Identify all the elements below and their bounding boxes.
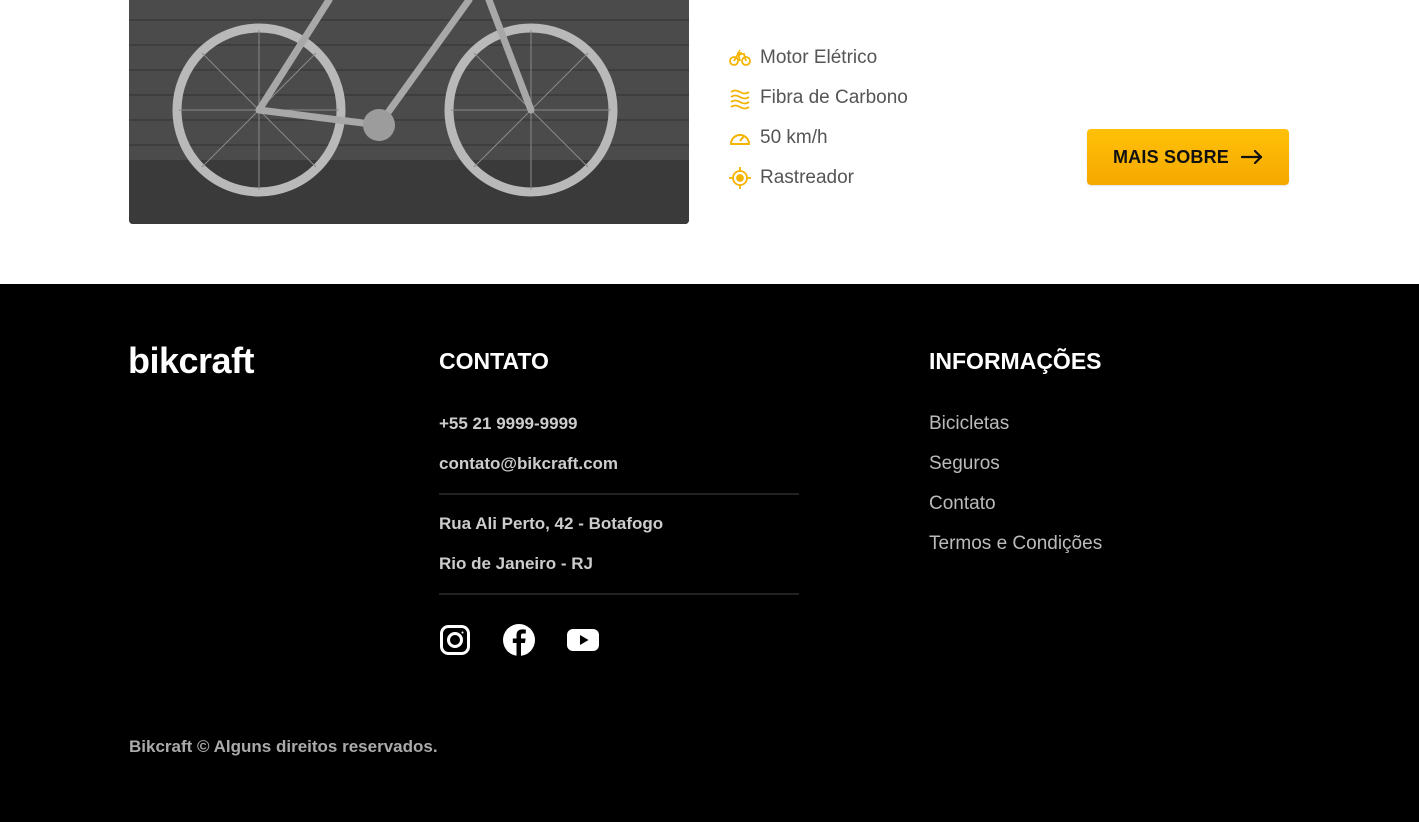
youtube-icon[interactable] bbox=[567, 624, 599, 656]
product-section: Motor Elétrico Fibra de Carbono 50 km/h bbox=[0, 0, 1419, 284]
instagram-icon[interactable] bbox=[439, 624, 471, 656]
bike-photo bbox=[129, 0, 689, 224]
feature-item-tracker: Rastreador bbox=[728, 158, 908, 198]
contact-phone[interactable]: +55 21 9999-9999 bbox=[439, 404, 799, 444]
contact-address-line2: Rio de Janeiro - RJ bbox=[439, 554, 593, 573]
electric-bike-icon bbox=[728, 46, 752, 70]
info-link-seguros[interactable]: Seguros bbox=[929, 444, 1102, 484]
feature-label: Motor Elétrico bbox=[760, 47, 878, 68]
feature-item-carbon: Fibra de Carbono bbox=[728, 78, 908, 118]
divider bbox=[439, 593, 799, 595]
info-link-contato[interactable]: Contato bbox=[929, 484, 1102, 524]
info-link-termos[interactable]: Termos e Condições bbox=[929, 524, 1102, 564]
tracker-icon bbox=[728, 166, 752, 190]
contact-email[interactable]: contato@bikcraft.com bbox=[439, 444, 799, 484]
feature-label: Fibra de Carbono bbox=[760, 87, 908, 108]
social-links bbox=[439, 624, 599, 656]
info-link-bicicletas[interactable]: Bicicletas bbox=[929, 404, 1102, 444]
footer: bikcraft CONTATO +55 21 9999-9999 contat… bbox=[0, 284, 1419, 822]
feature-label: Rastreador bbox=[760, 167, 854, 188]
contact-list: +55 21 9999-9999 contato@bikcraft.com Ru… bbox=[439, 404, 799, 604]
contact-address-line1: Rua Ali Perto, 42 - Botafogo bbox=[439, 514, 664, 533]
feature-item-motor: Motor Elétrico bbox=[728, 38, 908, 78]
footer-logo[interactable]: bikcraft bbox=[128, 340, 255, 382]
feature-list: Motor Elétrico Fibra de Carbono 50 km/h bbox=[728, 38, 908, 198]
copyright: Bikcraft © Alguns direitos reservados. bbox=[129, 737, 438, 756]
feature-item-speed: 50 km/h bbox=[728, 118, 908, 158]
divider bbox=[439, 493, 799, 495]
carbon-fiber-icon bbox=[728, 86, 752, 110]
info-links: Bicicletas Seguros Contato Termos e Cond… bbox=[929, 404, 1102, 564]
contact-title: CONTATO bbox=[439, 348, 549, 374]
info-title: INFORMAÇÕES bbox=[929, 348, 1102, 374]
facebook-icon[interactable] bbox=[503, 624, 535, 656]
feature-label: 50 km/h bbox=[760, 127, 828, 148]
speedometer-icon bbox=[728, 126, 752, 150]
more-about-button[interactable]: MAIS SOBRE bbox=[1087, 129, 1289, 185]
arrow-right-icon bbox=[1241, 150, 1263, 164]
more-about-label: MAIS SOBRE bbox=[1112, 146, 1229, 167]
